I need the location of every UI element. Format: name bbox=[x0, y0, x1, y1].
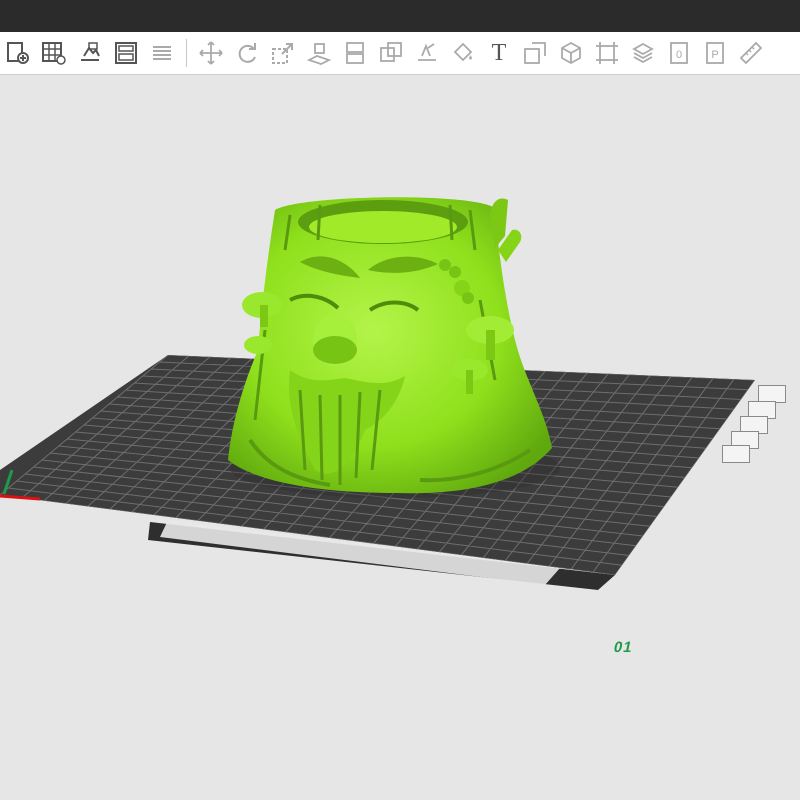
ruler-icon[interactable] bbox=[736, 38, 766, 68]
plate-number-label: 01 bbox=[612, 639, 635, 656]
scale-icon[interactable] bbox=[268, 38, 298, 68]
copy-plate-icon[interactable]: 0 bbox=[664, 38, 694, 68]
rotate-icon[interactable] bbox=[232, 38, 262, 68]
layout-icon[interactable] bbox=[111, 38, 141, 68]
box-view-icon[interactable] bbox=[556, 38, 586, 68]
slice-view-icon[interactable] bbox=[628, 38, 658, 68]
support-paint-icon[interactable] bbox=[412, 38, 442, 68]
plate-p-icon[interactable]: P bbox=[700, 38, 730, 68]
layers-icon[interactable] bbox=[147, 38, 177, 68]
move-icon[interactable] bbox=[196, 38, 226, 68]
window-title-bar bbox=[0, 0, 800, 32]
svg-text:0: 0 bbox=[676, 49, 682, 61]
import-model-icon[interactable] bbox=[75, 38, 105, 68]
plate-settings-icon[interactable] bbox=[722, 445, 750, 463]
text-tool-icon[interactable]: T bbox=[484, 38, 514, 68]
tree-stump-model[interactable] bbox=[228, 197, 560, 498]
add-file-icon[interactable] bbox=[3, 38, 33, 68]
cut-icon[interactable] bbox=[340, 38, 370, 68]
place-on-face-icon[interactable] bbox=[304, 38, 334, 68]
fit-view-icon[interactable] bbox=[592, 38, 622, 68]
boolean-icon[interactable] bbox=[376, 38, 406, 68]
color-paint-icon[interactable] bbox=[448, 38, 478, 68]
main-toolbar: T 0 P bbox=[0, 32, 800, 75]
grid-add-icon[interactable] bbox=[39, 38, 69, 68]
3d-viewport[interactable]: 01 bbox=[0, 75, 800, 800]
toolbar-separator bbox=[186, 39, 187, 67]
svg-text:P: P bbox=[711, 49, 718, 61]
measure-icon[interactable] bbox=[520, 38, 550, 68]
